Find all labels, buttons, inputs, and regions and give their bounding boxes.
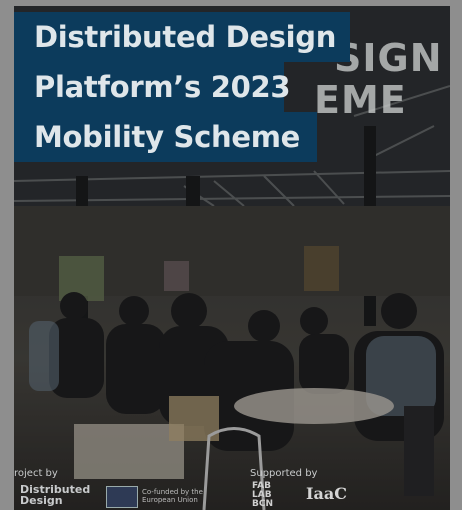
iaac-logo: IaaC	[306, 484, 347, 503]
title-line-2: Platform’s 2023	[14, 62, 291, 112]
post-title: Distributed Design Platform’s 2023 Mobil…	[14, 12, 350, 162]
fab-logo-line3: BCN	[252, 499, 273, 509]
eu-flag-icon	[106, 486, 138, 508]
workshop-photo: SIGN EME Distributed Design Platform’s 2…	[14, 6, 450, 510]
background-sign-text: SIGN	[334, 36, 443, 80]
supported-by-label: Supported by	[250, 468, 318, 479]
post-image-frame: SIGN EME Distributed Design Platform’s 2…	[0, 0, 462, 510]
fablab-logo: FAB LAB BCN	[252, 482, 273, 509]
eu-cofunded-text: Co-funded by the European Union	[142, 488, 203, 504]
eu-text-line1: Co-funded by the	[142, 488, 203, 496]
distributed-design-logo-line2: Design	[20, 494, 63, 507]
project-by-label: roject by	[14, 468, 58, 479]
title-line-3: Mobility Scheme	[14, 112, 317, 162]
sponsor-footer: roject by Distributed Design Co-funded b…	[14, 462, 450, 510]
title-line-1: Distributed Design	[14, 12, 350, 62]
eu-text-line2: European Union	[142, 496, 198, 504]
distributed-design-logo: Distributed Design	[20, 484, 90, 506]
